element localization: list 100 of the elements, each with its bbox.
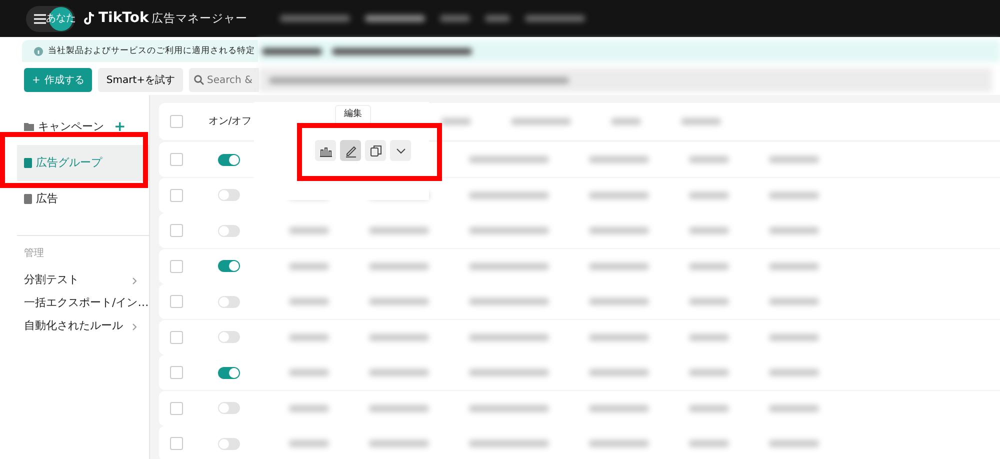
sidebar-item[interactable]: 広告 [17,181,149,217]
blurred-text [689,227,729,234]
row-checkbox[interactable] [170,366,183,379]
toggle-switch[interactable] [218,402,240,414]
blurred-text [289,262,329,270]
blurred-text [289,334,329,340]
chevron-down-button[interactable] [390,140,411,161]
sidebar-menu-item[interactable]: 一括エクスポート/イン… [0,292,149,315]
blurred-text [689,404,729,412]
column-header: オン/オフ [207,115,253,129]
blurred-text [589,404,649,412]
row-checkbox[interactable] [170,437,183,450]
chevron-right-icon [132,276,137,284]
blurred-text [511,118,571,125]
notice-text: 当社製品およびサービスのご利用に適用される特定 [48,44,255,58]
blurred-text [689,334,729,340]
brand-name: TikTok [98,9,149,28]
sidebar-item-label[interactable]: キャンペーン [38,118,104,136]
toggle-switch[interactable] [218,260,240,272]
row-checkbox[interactable] [170,224,183,237]
blurred-text [589,334,649,340]
add-button[interactable]: + [114,116,126,138]
sidebar-menu-item[interactable]: 分割テスト [0,269,149,292]
blurred-text [485,15,510,22]
select-all-checkbox[interactable] [170,115,183,128]
blurred-text [289,227,329,234]
blurred-text [769,298,819,305]
blurred-text [769,156,819,163]
blurred-text [689,262,729,270]
row-checkbox[interactable] [170,330,183,344]
blurred-text [769,192,819,198]
toggle-switch[interactable] [218,331,240,343]
blurred-text [589,227,649,234]
chart-button[interactable] [315,140,336,161]
menu-icon [34,14,46,24]
chevron-right-icon [132,322,137,330]
pencil-icon [344,144,358,158]
blurred-text [681,118,721,125]
blurred-text [689,369,729,376]
document-icon [24,158,32,168]
blurred-text [289,298,329,305]
blurred-text [769,440,819,447]
search-icon [194,75,204,85]
blurred-text [589,369,649,376]
blurred-text [289,369,329,376]
blurred-text [525,15,586,22]
smart-plus-button[interactable]: Smart+を試す [98,68,184,92]
blurred-text [769,369,819,376]
blurred-text [689,440,729,447]
toggle-switch[interactable] [218,224,240,236]
row-checkbox[interactable] [170,188,183,202]
blurred-text [289,404,329,412]
blurred-text [611,118,641,125]
blurred-text [589,192,649,198]
section-heading: 管理 [23,247,45,261]
document-icon [24,194,32,204]
toggle-switch[interactable] [218,154,240,166]
row-checkbox[interactable] [170,153,183,166]
row-checkbox[interactable] [170,260,183,272]
logo-icon [83,11,96,26]
blurred-text [369,298,429,305]
sidebar-menu-item[interactable]: 自動化されたルール [0,315,149,338]
blurred-text [289,440,329,447]
toggle-switch[interactable] [218,366,240,378]
info-icon [34,46,43,56]
sidebar-item[interactable]: 広告グループ [17,145,149,181]
blurred-text [589,262,649,270]
blurred-text [369,227,429,234]
blurred-text [589,298,649,305]
blurred-text [369,369,429,376]
folder-icon [24,123,34,131]
blurred-text [369,334,429,340]
row-checkbox[interactable] [170,402,183,414]
blurred-text [280,15,350,22]
toggle-switch[interactable] [218,189,240,201]
tooltip: 編集 [335,105,371,124]
create-button[interactable]: + 作成する [24,68,92,92]
search-field[interactable]: Search & [189,68,260,92]
blurred-text [369,262,429,270]
blurred-text [369,440,429,447]
copy-icon [368,144,382,158]
pencil-button[interactable] [340,140,361,161]
blurred-text [769,227,819,234]
blurred-text [769,262,819,270]
blurred-text [589,156,649,163]
toggle-switch[interactable] [218,438,240,450]
blurred-text [441,118,471,125]
row-checkbox[interactable] [170,295,183,308]
blurred-text [365,15,426,22]
blurred-text [769,404,819,412]
toggle-switch[interactable] [218,296,240,308]
product-name: 広告マネージャー [151,10,248,27]
blurred-text [769,334,819,340]
blurred-text [689,156,729,163]
blurred-text [440,15,470,22]
blurred-text [689,192,729,198]
copy-button[interactable] [365,140,386,161]
blurred-text [589,440,649,447]
blurred-text [369,404,429,412]
avatar: あなた [49,6,73,30]
